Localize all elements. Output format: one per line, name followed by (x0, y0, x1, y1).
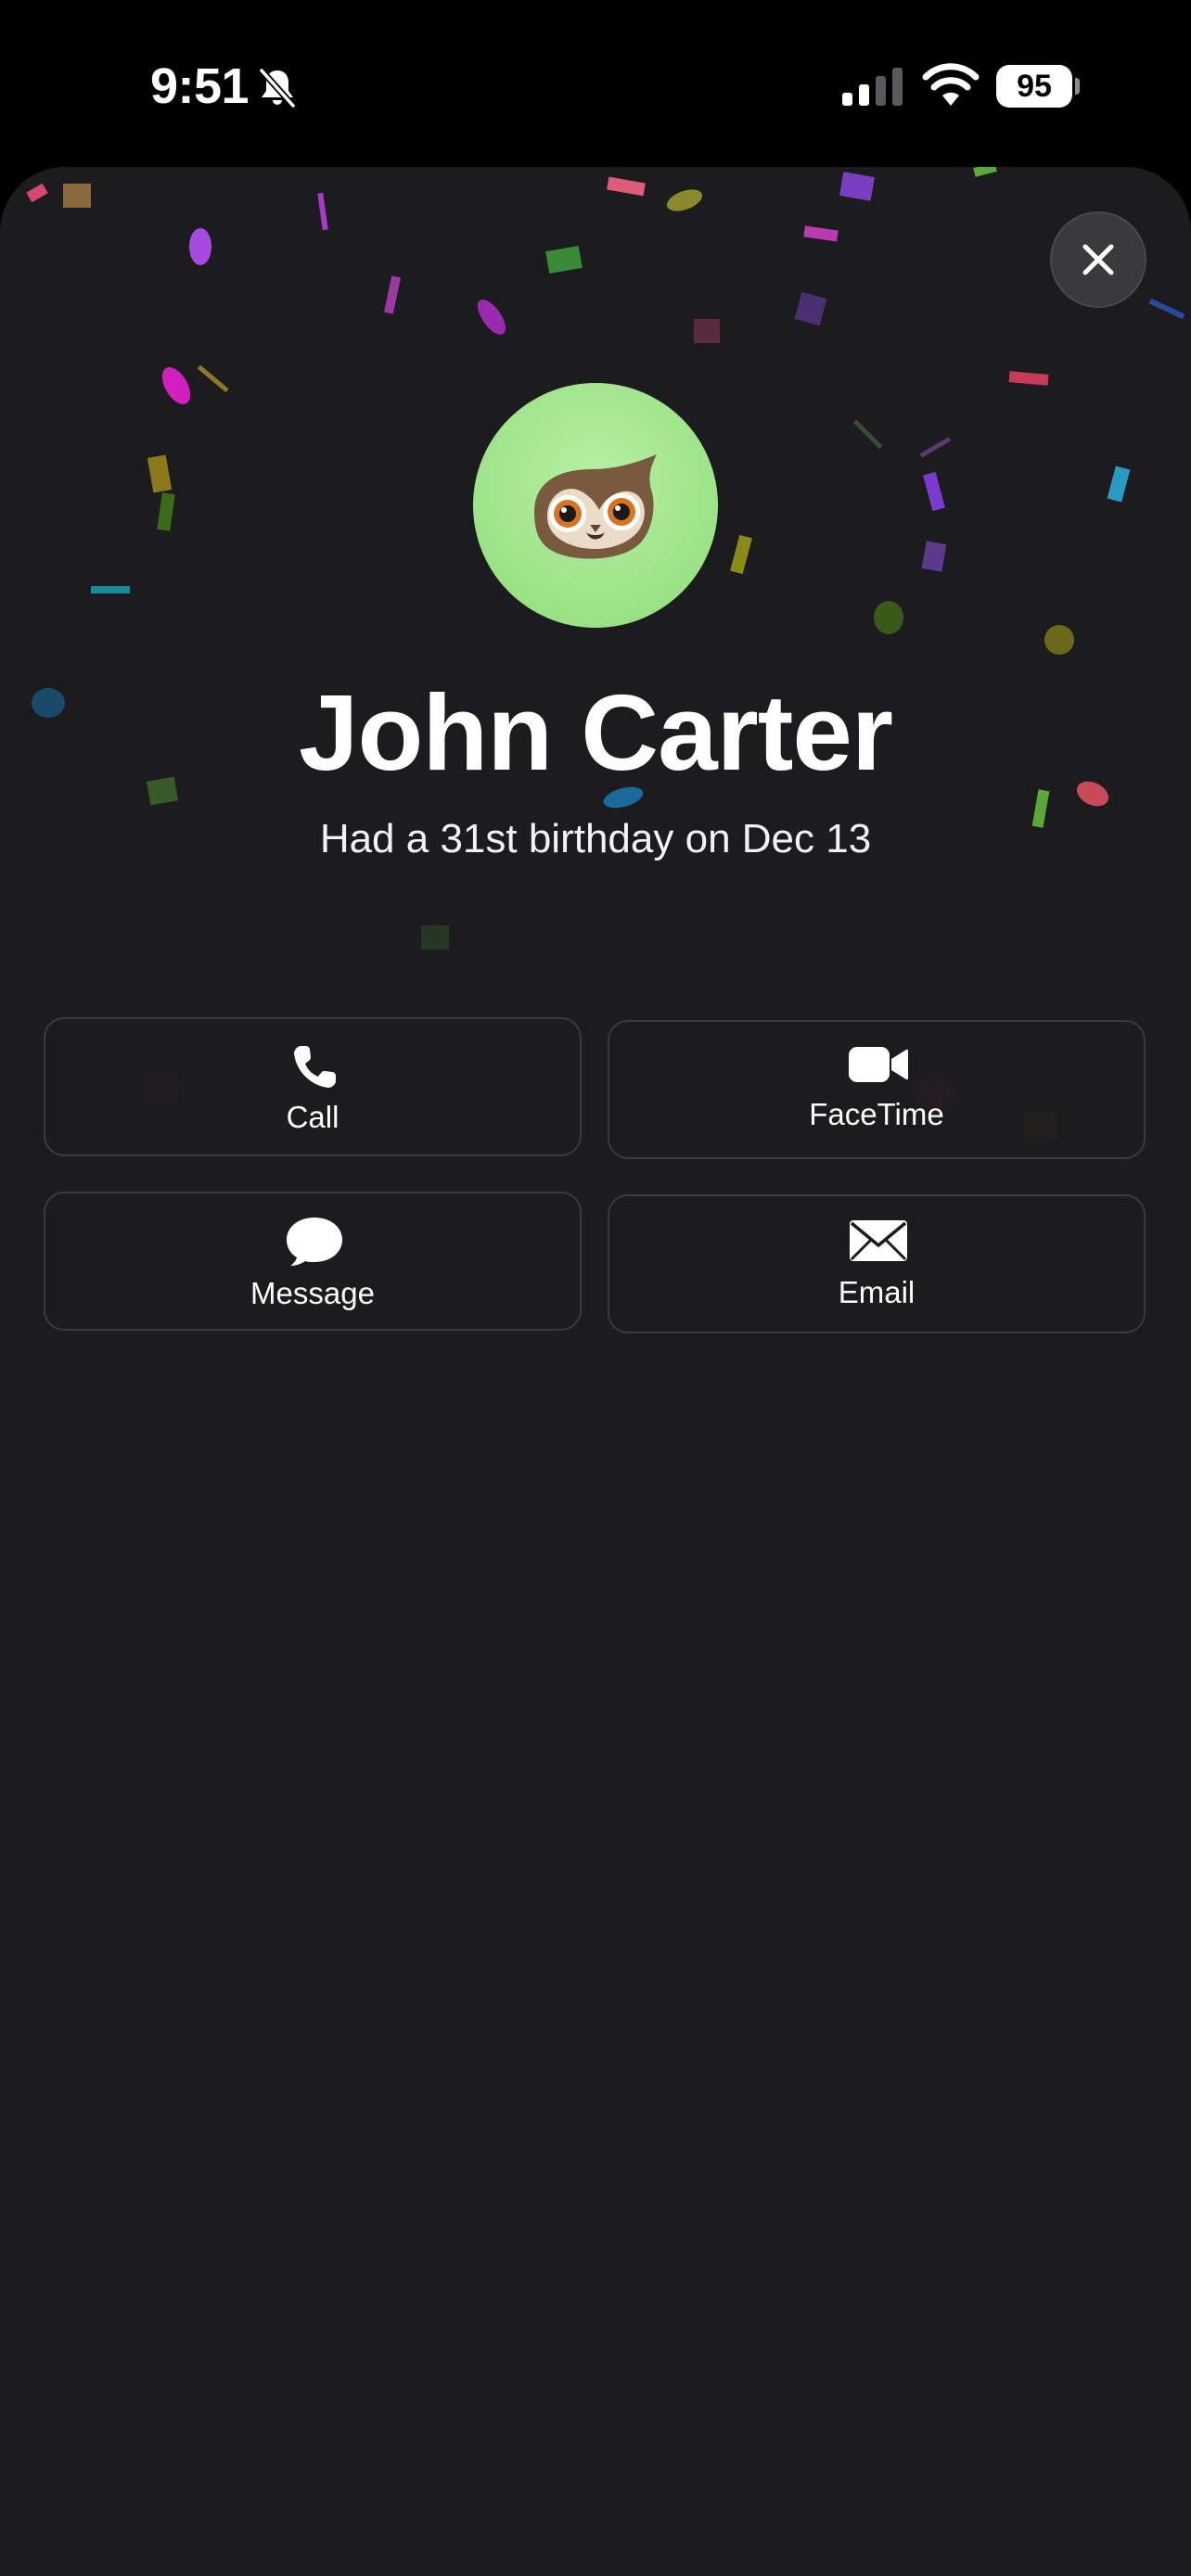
battery-indicator: 95 (996, 65, 1080, 108)
close-button[interactable] (1050, 211, 1146, 308)
cellular-signal-icon (842, 68, 903, 106)
owl-memoji-icon (534, 454, 657, 559)
speech-bubble-icon-wrap (277, 1214, 352, 1269)
phone-icon-wrap (277, 1039, 352, 1095)
envelope-icon (850, 1220, 907, 1261)
call-button[interactable]: Call (44, 1017, 582, 1156)
avatar[interactable] (473, 383, 718, 628)
facetime-label: FaceTime (809, 1097, 944, 1131)
status-time: 9:51 (150, 58, 250, 114)
email-button[interactable]: Email (608, 1194, 1146, 1333)
bell-slash-icon (259, 68, 296, 108)
envelope-icon-wrap (841, 1213, 916, 1269)
wifi-icon (922, 63, 980, 106)
call-label: Call (286, 1100, 339, 1134)
battery-tip (1075, 78, 1080, 95)
status-bar: 9:51 95 (0, 0, 1191, 167)
close-icon (1082, 244, 1114, 275)
message-button[interactable]: Message (44, 1192, 582, 1331)
birthday-subtitle: Had a 31st birthday on Dec 13 (319, 816, 872, 861)
contact-name: John Carter (298, 672, 893, 793)
speech-bubble-icon (287, 1218, 342, 1266)
video-camera-icon-wrap (841, 1037, 916, 1092)
message-label: Message (250, 1276, 375, 1310)
phone-icon (294, 1046, 336, 1088)
facetime-button[interactable]: FaceTime (608, 1020, 1146, 1159)
video-camera-icon (849, 1047, 908, 1082)
contact-sheet: John Carter Had a 31st birthday on Dec 1… (0, 167, 1191, 2576)
battery-level: 95 (996, 65, 1072, 108)
email-label: Email (838, 1275, 916, 1309)
